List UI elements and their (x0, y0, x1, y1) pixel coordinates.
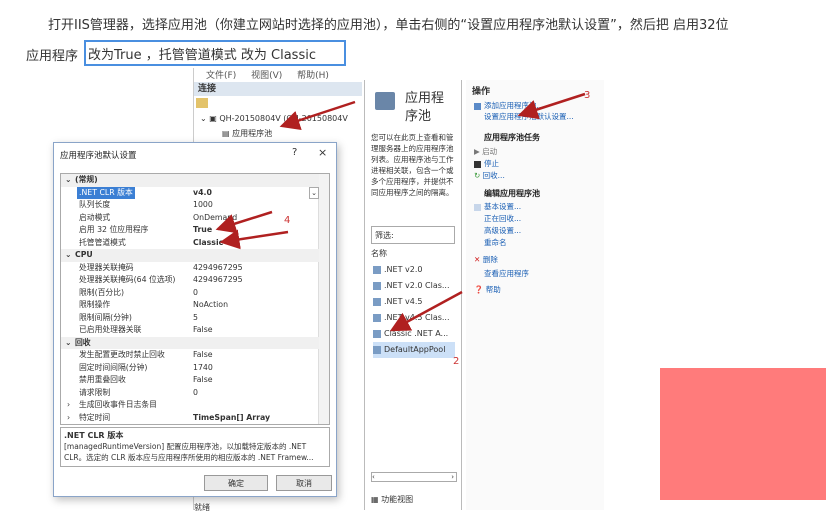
arrow-4a (215, 210, 273, 234)
arrow-2 (389, 290, 463, 332)
arrow-3 (517, 92, 586, 120)
arrow-1 (279, 100, 356, 131)
annotation-arrows (215, 92, 586, 332)
arrow-4b (219, 229, 289, 250)
